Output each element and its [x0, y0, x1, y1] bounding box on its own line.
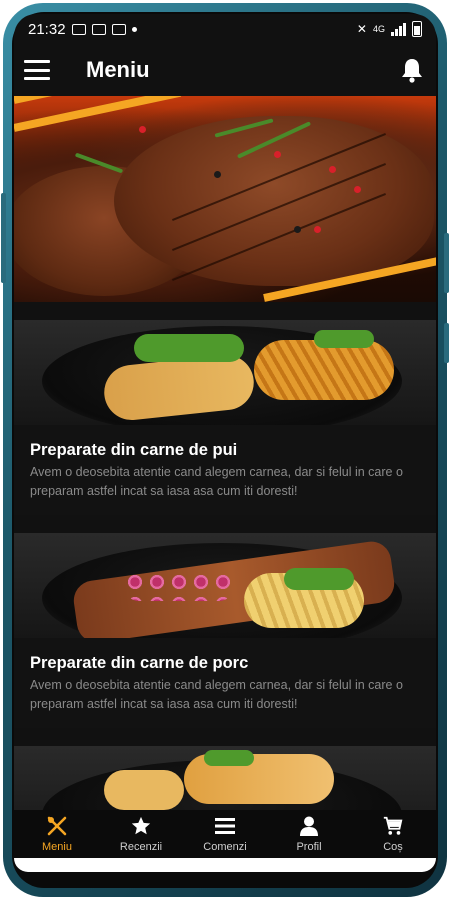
hamburger-icon[interactable] [24, 60, 50, 80]
star-icon [130, 815, 152, 837]
nav-item-recenzii[interactable]: Recenzii [106, 810, 176, 858]
category-text: Preparate din carne de pui Avem o deoseb… [14, 425, 436, 515]
pepper-corn [294, 226, 301, 233]
onion-image [124, 571, 234, 601]
category-card[interactable]: Preparate din carne de pui Avem o deoseb… [14, 320, 436, 515]
greens-image [134, 334, 244, 362]
fries-image [254, 340, 394, 400]
content-scroll[interactable]: Preparate din carne de pui Avem o deoseb… [14, 96, 436, 812]
pepper-corn [139, 126, 146, 133]
app-screen: 21:32 ✕ 4G Meniu Preparate din carne de … [14, 14, 436, 872]
greens-image [314, 330, 374, 348]
fork-knife-icon [46, 815, 68, 837]
pepper-corn [214, 171, 221, 178]
greens-image [204, 750, 254, 766]
bell-icon[interactable] [400, 57, 424, 83]
pepper-corn [314, 226, 321, 233]
image-notification-icon [71, 23, 86, 35]
app-bar: Meniu [14, 44, 436, 96]
nav-label: Comenzi [203, 841, 247, 853]
mute-icon: ✕ [356, 22, 367, 36]
hero-banner [14, 96, 436, 302]
signal-icon [391, 22, 406, 36]
cart-icon [382, 815, 404, 837]
category-card[interactable] [14, 746, 436, 812]
nav-item-meniu[interactable]: Meniu [22, 810, 92, 858]
category-image [14, 320, 436, 425]
category-image [14, 746, 436, 812]
pepper-corn [354, 186, 361, 193]
volume-button [1, 193, 6, 283]
more-notifications-icon [131, 26, 137, 32]
status-time: 21:32 [28, 20, 66, 38]
category-description: Avem o deosebita atentie cand alegem car… [30, 465, 403, 498]
side-button [444, 323, 449, 363]
category-title: Preparate din carne de pui [30, 441, 238, 459]
category-description: Avem o deosebita atentie cand alegem car… [30, 678, 403, 711]
battery-icon [412, 21, 422, 37]
person-icon [298, 815, 320, 837]
list-icon [214, 815, 236, 837]
category-card[interactable]: Preparate din carne de porc Avem o deose… [14, 533, 436, 728]
food-image [104, 770, 184, 810]
nav-item-comenzi[interactable]: Comenzi [190, 810, 260, 858]
cast-notification-icon [111, 23, 126, 35]
pepper-corn [329, 166, 336, 173]
category-text: Preparate din carne de porc Avem o deose… [14, 638, 436, 728]
nav-label: Coș [383, 841, 403, 853]
bottom-navigation: Meniu Recenzii Comenzi Profil Coș [14, 810, 436, 858]
category-title: Preparate din carne de porc [30, 654, 249, 672]
pepper-corn [274, 151, 281, 158]
status-bar: 21:32 ✕ 4G [14, 14, 436, 44]
screen-edge [14, 858, 436, 872]
4g-icon: 4G [372, 24, 385, 34]
nav-item-cos[interactable]: Coș [358, 810, 428, 858]
nav-label: Profil [296, 841, 322, 853]
accent-stripe [14, 96, 182, 132]
category-image [14, 533, 436, 638]
nav-label: Recenzii [119, 841, 163, 853]
page-title: Meniu [86, 57, 150, 82]
laptop-notification-icon [91, 23, 106, 35]
nav-label: Meniu [42, 841, 72, 853]
nav-item-profil[interactable]: Profil [274, 810, 344, 858]
greens-image [284, 568, 354, 590]
power-button [444, 233, 449, 293]
